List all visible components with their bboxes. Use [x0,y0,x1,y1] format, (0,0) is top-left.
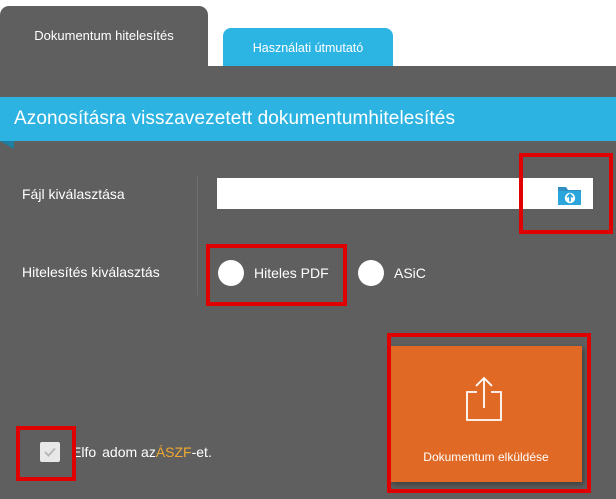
accept-terms-text-start: Elfo [72,444,97,460]
banner-fold [0,141,14,149]
tab-document-certification[interactable]: Dokumentum hitelesítés [0,6,208,70]
form-divider [197,175,198,295]
radio-hiteles-pdf-label: Hiteles PDF [254,265,329,281]
radio-hiteles-pdf[interactable]: Hiteles PDF [218,260,329,286]
folder-upload-icon[interactable] [556,182,584,207]
check-icon [44,447,56,457]
tab-user-guide-label: Használati útmutató [252,41,364,55]
submit-document-button[interactable]: Dokumentum elküldése [390,346,582,482]
accept-terms-checkbox[interactable] [40,442,60,462]
upload-icon [464,376,504,422]
certification-type-label: Hitelesítés kiválasztás [22,264,160,280]
tab-user-guide[interactable]: Használati útmutató [223,28,393,66]
accept-terms-text-middle: adom az [102,444,156,460]
tab-document-certification-label: Dokumentum hitelesítés [34,27,174,43]
accept-terms: Elfo adom az ÁSZF -et. [40,442,212,462]
radio-asic[interactable]: ASiC [358,260,426,286]
file-input[interactable] [217,178,593,209]
radio-button[interactable] [218,260,244,286]
radio-button[interactable] [358,260,384,286]
file-select-label: Fájl kiválasztása [22,186,125,202]
page-title: Azonosításra visszavezetett dokumentumhi… [14,108,456,129]
submit-document-label: Dokumentum elküldése [423,450,549,464]
accept-terms-text-end: -et. [191,444,212,460]
radio-asic-label: ASiC [394,265,426,281]
page-title-banner: Azonosításra visszavezetett dokumentumhi… [0,97,616,141]
aszf-link[interactable]: ÁSZF [156,444,192,460]
